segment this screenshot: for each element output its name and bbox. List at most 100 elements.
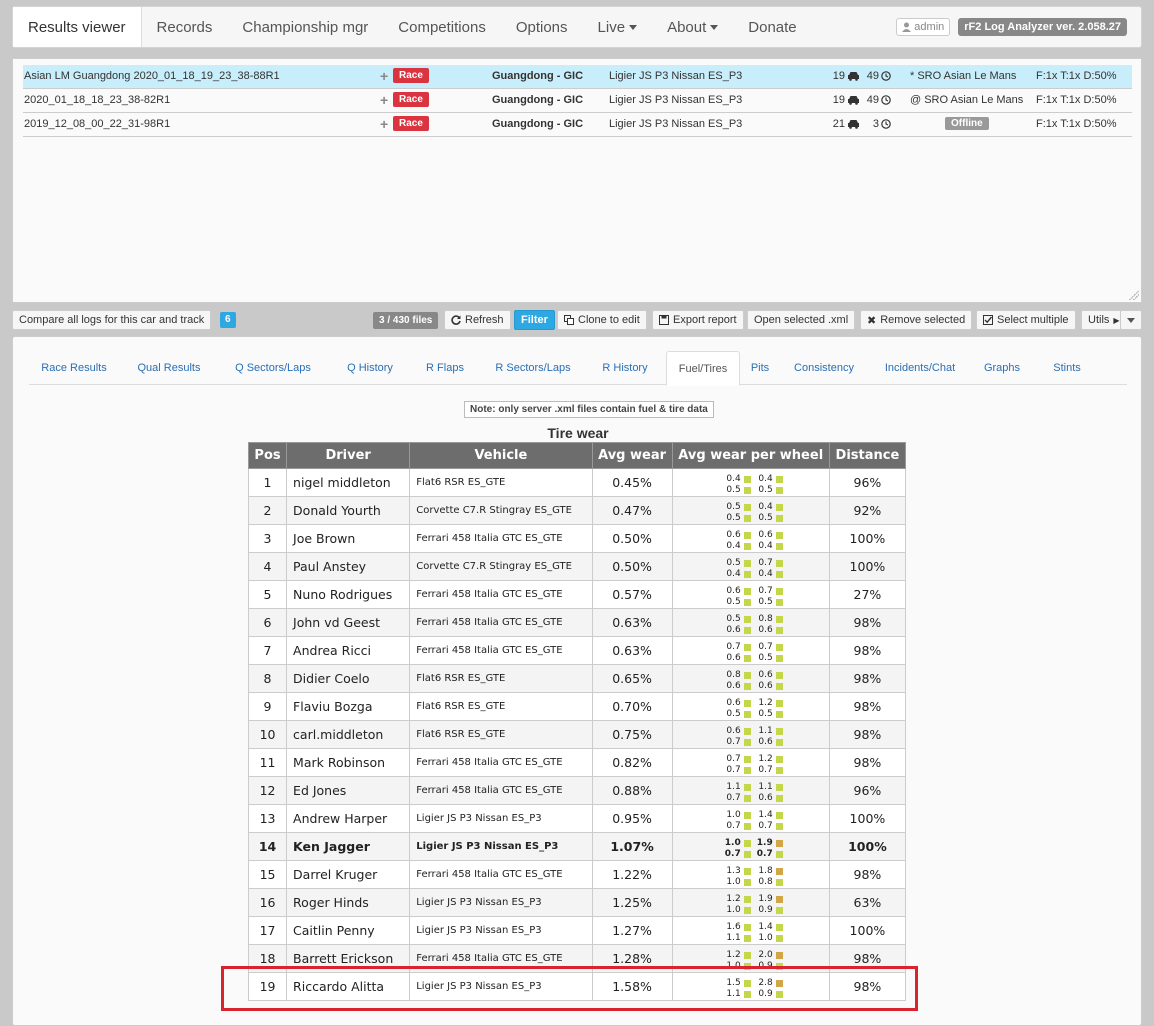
- plus-icon[interactable]: +: [380, 68, 388, 84]
- column-header[interactable]: Vehicle: [409, 442, 593, 469]
- wear-indicator: [743, 476, 751, 483]
- avg-wear-cell: 0.82%: [591, 748, 673, 777]
- tab-stints[interactable]: Stints: [1040, 351, 1094, 385]
- open-xml-button[interactable]: Open selected .xml: [747, 310, 856, 330]
- tab-q-sectors-laps[interactable]: Q Sectors/Laps: [217, 351, 329, 385]
- clone-to-edit-button[interactable]: Clone to edit: [557, 310, 647, 330]
- nav-donate[interactable]: Donate: [733, 7, 811, 47]
- position-cell: 4: [247, 552, 288, 581]
- table-row[interactable]: 17 Caitlin Penny Ligier JS P3 Nissan ES_P3…: [247, 916, 907, 945]
- tab-pits[interactable]: Pits: [741, 351, 779, 385]
- remove-selected-button[interactable]: ✖ Remove selected: [860, 310, 973, 330]
- utils-dropdown-button[interactable]: [1120, 310, 1142, 330]
- wheel-wear-cell: 0.6 0.6 0.4 0.4: [671, 524, 830, 553]
- tab-incidents-chat[interactable]: Incidents/Chat: [872, 351, 968, 385]
- plus-icon[interactable]: +: [380, 116, 388, 132]
- tab-fuel-tires[interactable]: Fuel/Tires: [666, 351, 740, 386]
- table-row[interactable]: 18 Barrett Erickson Ferrari 458 Italia GTC…: [247, 944, 907, 973]
- avg-wear-cell: 0.47%: [591, 496, 673, 525]
- refresh-button[interactable]: Refresh: [444, 310, 511, 330]
- wear-indicator: [743, 980, 751, 987]
- table-row[interactable]: 2 Donald Yourth Corvette C7.R Stingray ES_…: [247, 496, 907, 525]
- wheel-wear-value: 0.4: [758, 474, 773, 484]
- table-row[interactable]: 5 Nuno Rodrigues Ferrari 458 Italia GTC ES…: [247, 580, 907, 609]
- avg-wear-cell: 1.28%: [591, 944, 673, 973]
- nav-competitions[interactable]: Competitions: [383, 7, 501, 47]
- column-header[interactable]: Driver: [286, 442, 411, 469]
- tab-r-history[interactable]: R History: [589, 351, 661, 385]
- file-row[interactable]: 2019_12_08_00_22_31-98R1 + Race Guangdong -…: [23, 113, 1132, 137]
- export-report-button[interactable]: Export report: [652, 310, 744, 330]
- table-row[interactable]: 6 John vd Geest Ferrari 458 Italia GTC ES_…: [247, 608, 907, 637]
- table-row[interactable]: 14 Ken Jagger Ligier JS P3 Nissan ES_P3 1.0…: [247, 832, 907, 861]
- wheel-wear-cell: 0.5 0.7 0.4 0.4: [671, 552, 830, 581]
- column-header[interactable]: Avg wear: [591, 442, 673, 469]
- table-row[interactable]: 11 Mark Robinson Ferrari 458 Italia GTC ES…: [247, 748, 907, 777]
- table-row[interactable]: 13 Andrew Harper Ligier JS P3 Nissan ES_P3…: [247, 804, 907, 833]
- file-name: Asian LM Guangdong 2020_01_18_19_23_38-8…: [24, 70, 280, 82]
- table-row[interactable]: 16 Roger Hinds Ligier JS P3 Nissan ES_P3 1.…: [247, 888, 907, 917]
- wear-indicator: [775, 812, 783, 819]
- table-row[interactable]: 15 Darrel Kruger Ferrari 458 Italia GTC ES…: [247, 860, 907, 889]
- resize-handle[interactable]: [1129, 290, 1139, 300]
- file-list[interactable]: Asian LM Guangdong 2020_01_18_19_23_38-8…: [12, 58, 1142, 303]
- wheel-wear: 0.6: [719, 530, 751, 541]
- select-multiple-button[interactable]: Select multiple: [976, 310, 1076, 330]
- nav-live[interactable]: Live: [583, 7, 653, 47]
- tab-consistency[interactable]: Consistency: [782, 351, 866, 385]
- nav-results-viewer[interactable]: Results viewer: [13, 7, 142, 47]
- plus-icon[interactable]: +: [380, 92, 388, 108]
- clone-label: Clone to edit: [578, 314, 640, 326]
- table-row[interactable]: 12 Ed Jones Ferrari 458 Italia GTC ES_GTE 0…: [247, 776, 907, 805]
- wheel-wear-value: 1.0: [726, 905, 741, 915]
- table-row[interactable]: 8 Didier Coelo Flat6 RSR ES_GTE 0.65% 0.8 0.6…: [247, 664, 907, 693]
- nav-options[interactable]: Options: [501, 7, 583, 47]
- wear-indicator: [775, 588, 783, 595]
- column-header[interactable]: Pos: [247, 442, 288, 469]
- nav-records[interactable]: Records: [142, 7, 228, 47]
- table-row[interactable]: 9 Flaviu Bozga Flat6 RSR ES_GTE 0.70% 0.6 1.2…: [247, 692, 907, 721]
- avg-wear-cell: 0.95%: [591, 804, 673, 833]
- wheel-wear-value: 0.5: [726, 485, 741, 495]
- table-row[interactable]: 19 Riccardo Alitta Ligier JS P3 Nissan ES_…: [247, 972, 907, 1001]
- copy-icon: [564, 315, 574, 325]
- tab-qual-results[interactable]: Qual Results: [125, 351, 213, 385]
- wear-indicator: [775, 991, 783, 998]
- wheel-wear-value: 1.2: [726, 950, 741, 960]
- wear-indicator: [743, 784, 751, 791]
- wheel-wear: 1.6: [719, 922, 751, 933]
- filter-button[interactable]: Filter: [514, 310, 555, 330]
- chevron-down-icon: [629, 24, 638, 30]
- distance-cell: 96%: [828, 468, 907, 497]
- file-row[interactable]: Asian LM Guangdong 2020_01_18_19_23_38-8…: [23, 65, 1132, 89]
- wheel-wear-value: 1.1: [726, 989, 741, 999]
- file-row[interactable]: 2020_01_18_18_23_38-82R1 + Race Guangdong -…: [23, 89, 1132, 113]
- table-row[interactable]: 4 Paul Anstey Corvette C7.R Stingray ES_GT…: [247, 552, 907, 581]
- wheel-wear-value: 0.9: [758, 989, 773, 999]
- table-row[interactable]: 3 Joe Brown Ferrari 458 Italia GTC ES_GTE 0…: [247, 524, 907, 553]
- column-header[interactable]: Distance: [828, 442, 907, 469]
- table-row[interactable]: 7 Andrea Ricci Ferrari 458 Italia GTC ES_G…: [247, 636, 907, 665]
- tab-q-history[interactable]: Q History: [334, 351, 406, 385]
- table-row[interactable]: 1 nigel middleton Flat6 RSR ES_GTE 0.45% 0.4…: [247, 468, 907, 497]
- distance-cell: 98%: [828, 944, 907, 973]
- avg-wear-cell: 0.57%: [591, 580, 673, 609]
- vehicle-cell: Ferrari 458 Italia GTC ES_GTE: [409, 524, 593, 553]
- table-row[interactable]: 10 carl.middleton Flat6 RSR ES_GTE 0.75% 0.6…: [247, 720, 907, 749]
- user-badge[interactable]: admin: [896, 18, 951, 36]
- avg-wear-cell: 0.50%: [591, 552, 673, 581]
- vehicle-cell: Flat6 RSR ES_GTE: [409, 720, 593, 749]
- nav-about[interactable]: About: [652, 7, 733, 47]
- tab-r-flaps[interactable]: R Flaps: [411, 351, 479, 385]
- tab-graphs[interactable]: Graphs: [973, 351, 1031, 385]
- wheel-wear-grid: 0.6 0.7 0.5 0.5: [719, 586, 783, 608]
- driver-cell: Barrett Erickson: [286, 944, 411, 973]
- wheel-wear: 2.8: [751, 978, 783, 989]
- nav-championship-mgr[interactable]: Championship mgr: [227, 7, 383, 47]
- remove-label: Remove selected: [880, 314, 966, 326]
- tab-race-results[interactable]: Race Results: [29, 351, 119, 385]
- tab-r-sectors-laps[interactable]: R Sectors/Laps: [483, 351, 583, 385]
- column-header[interactable]: Avg wear per wheel: [671, 442, 830, 469]
- compare-logs-button[interactable]: Compare all logs for this car and track: [12, 310, 212, 330]
- wheel-wear-value: 0.5: [758, 653, 773, 663]
